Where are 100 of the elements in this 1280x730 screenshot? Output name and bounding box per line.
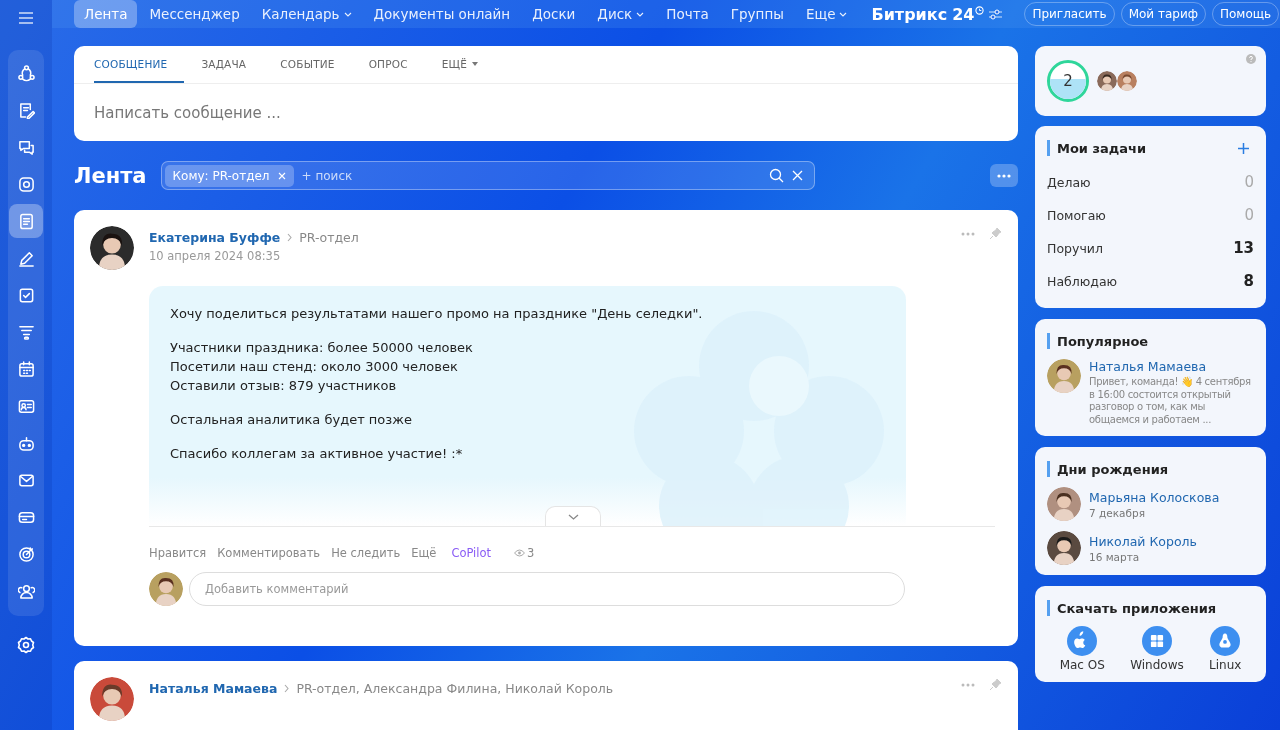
post-date: 10 апреля 2024 08:35 xyxy=(149,249,282,263)
avatar xyxy=(90,677,134,721)
chevron-icon xyxy=(284,684,290,693)
nav-tab[interactable]: Лента xyxy=(74,0,138,28)
composer-tab[interactable]: СООБЩЕНИЕ xyxy=(94,46,185,83)
composer-tab[interactable]: СОБЫТИЕ xyxy=(263,46,352,83)
app-label[interactable]: Mac OS xyxy=(1059,658,1105,672)
penguin-icon[interactable] xyxy=(1210,626,1241,656)
task-count: 13 xyxy=(1233,241,1254,256)
close-icon[interactable] xyxy=(791,170,803,181)
copilot-link[interactable]: CoPilot xyxy=(451,546,492,560)
nav-tab[interactable]: Доски xyxy=(522,0,586,28)
sidebar-item[interactable] xyxy=(9,204,43,238)
task-label[interactable]: Наблюдаю xyxy=(1047,274,1118,289)
nav-tab[interactable]: Почта xyxy=(656,0,719,28)
nav-tab[interactable]: Документы онлайн xyxy=(363,0,521,28)
post-text: Участники праздника: более 50000 человек xyxy=(170,340,474,355)
post-action-link[interactable]: Нравится xyxy=(149,546,207,560)
avatar xyxy=(1117,71,1137,91)
widget-title: Дни рождения xyxy=(1057,461,1170,477)
pencil-icon[interactable] xyxy=(17,249,35,267)
caret-icon xyxy=(636,11,645,17)
widget-title: Мои задачи xyxy=(1057,140,1148,156)
task-count: 0 xyxy=(1244,175,1254,190)
recipients[interactable]: PR-отдел xyxy=(299,230,359,245)
nav-tab[interactable]: Мессенджер xyxy=(139,0,250,28)
plus-icon[interactable] xyxy=(1238,142,1249,154)
nav-tab[interactable]: Диск xyxy=(587,0,655,28)
comment-field[interactable]: Добавить комментарий xyxy=(189,572,905,606)
filter-tag[interactable]: Кому: PR-отдел xyxy=(164,164,294,187)
nav-tab[interactable]: Календарь xyxy=(251,0,362,28)
page-title: Лента xyxy=(74,163,147,188)
composer-tab[interactable]: ЕЩЁ xyxy=(424,46,496,83)
contact-card-icon[interactable] xyxy=(17,397,35,415)
task-count: 8 xyxy=(1243,274,1254,289)
avatar xyxy=(1047,359,1081,393)
sliders-icon[interactable] xyxy=(989,8,1003,20)
author-link[interactable]: Наталья Мамаева xyxy=(149,681,278,696)
widget-title: Популярное xyxy=(1057,333,1150,349)
bubbles-icon[interactable] xyxy=(17,64,35,82)
search-icon[interactable] xyxy=(768,168,784,183)
search-placeholder: + поиск xyxy=(301,168,354,183)
robot-icon[interactable] xyxy=(17,434,35,452)
people-icon[interactable] xyxy=(17,582,35,600)
online-counter: 2 xyxy=(1047,60,1089,102)
settings-icon[interactable] xyxy=(17,636,35,654)
post-text: Спасибо коллегам за активное участие! :* xyxy=(170,446,464,461)
calendar-icon[interactable] xyxy=(17,360,35,378)
apple-icon[interactable] xyxy=(1067,626,1098,656)
chevron-icon xyxy=(287,233,293,242)
filter-search-field[interactable]: Кому: PR-отдел + поиск xyxy=(160,161,815,190)
nav-tab[interactable]: Еще xyxy=(795,0,858,28)
caret-icon xyxy=(472,61,479,66)
person-link[interactable]: Марьяна Колоскова xyxy=(1089,489,1254,505)
chevron-down-icon xyxy=(567,513,579,520)
app-label[interactable]: Linux xyxy=(1209,658,1242,672)
post-text: Оставили отзыв: 879 участников xyxy=(170,378,398,393)
author-link[interactable]: Екатерина Буффе xyxy=(149,230,281,245)
checkbox-icon[interactable] xyxy=(17,286,35,304)
view-count: 3 xyxy=(527,546,535,560)
birthday-date: 7 декабря xyxy=(1089,506,1146,519)
recipients[interactable]: PR-отдел, Александра Филина, Николай Король xyxy=(296,681,614,696)
nav-tab[interactable]: Группы xyxy=(720,0,794,28)
logo-text: Битрикс xyxy=(871,4,948,24)
windows-icon[interactable] xyxy=(1141,626,1172,656)
close-icon[interactable] xyxy=(277,171,286,180)
avatar xyxy=(1047,531,1081,565)
post-action-link[interactable]: Не следить xyxy=(331,546,401,560)
post-preview[interactable]: Привет, команда! 👋 4 сентября в 16:00 состоится открытый разговор о том, как мы общаемся и работаем ... xyxy=(1089,376,1254,426)
more-icon xyxy=(997,173,1011,178)
avatar xyxy=(149,572,183,606)
document-pencil-icon[interactable] xyxy=(17,101,35,119)
avatar xyxy=(90,226,134,270)
target-icon[interactable] xyxy=(17,545,35,563)
task-count: 0 xyxy=(1244,208,1254,223)
logo-number: 24 xyxy=(952,4,975,24)
funnel-icon[interactable] xyxy=(17,323,35,341)
person-link[interactable]: Николай Король xyxy=(1089,533,1254,549)
camera-icon[interactable] xyxy=(17,175,35,193)
eye-icon xyxy=(514,549,526,557)
more-button[interactable] xyxy=(990,164,1018,187)
task-label[interactable]: Поручил xyxy=(1047,241,1103,256)
composer-tab[interactable]: ОПРОС xyxy=(351,46,425,83)
message-placeholder[interactable]: Написать сообщение ... xyxy=(74,84,1018,142)
person-link[interactable]: Наталья Мамаева xyxy=(1089,359,1254,374)
post-text: Посетили наш стенд: около 3000 человек xyxy=(170,359,459,374)
composer-tab[interactable]: ЗАДАЧА xyxy=(184,46,264,83)
post-text: Остальная аналитика будет позже xyxy=(170,412,413,427)
avatar xyxy=(1047,487,1081,521)
post-action-link[interactable]: Ещё xyxy=(411,546,437,560)
caret-icon xyxy=(839,11,848,17)
post-action-link[interactable]: Комментировать xyxy=(217,546,321,560)
chat-icon[interactable] xyxy=(17,138,35,156)
birthday-date: 16 марта xyxy=(1089,550,1141,563)
task-label[interactable]: Делаю xyxy=(1047,175,1091,190)
widget-title: Скачать приложения xyxy=(1057,600,1218,616)
newspaper-icon xyxy=(17,212,35,230)
menu-icon[interactable] xyxy=(19,12,33,24)
task-label[interactable]: Помогаю xyxy=(1047,208,1106,223)
app-label[interactable]: Windows xyxy=(1130,658,1184,672)
